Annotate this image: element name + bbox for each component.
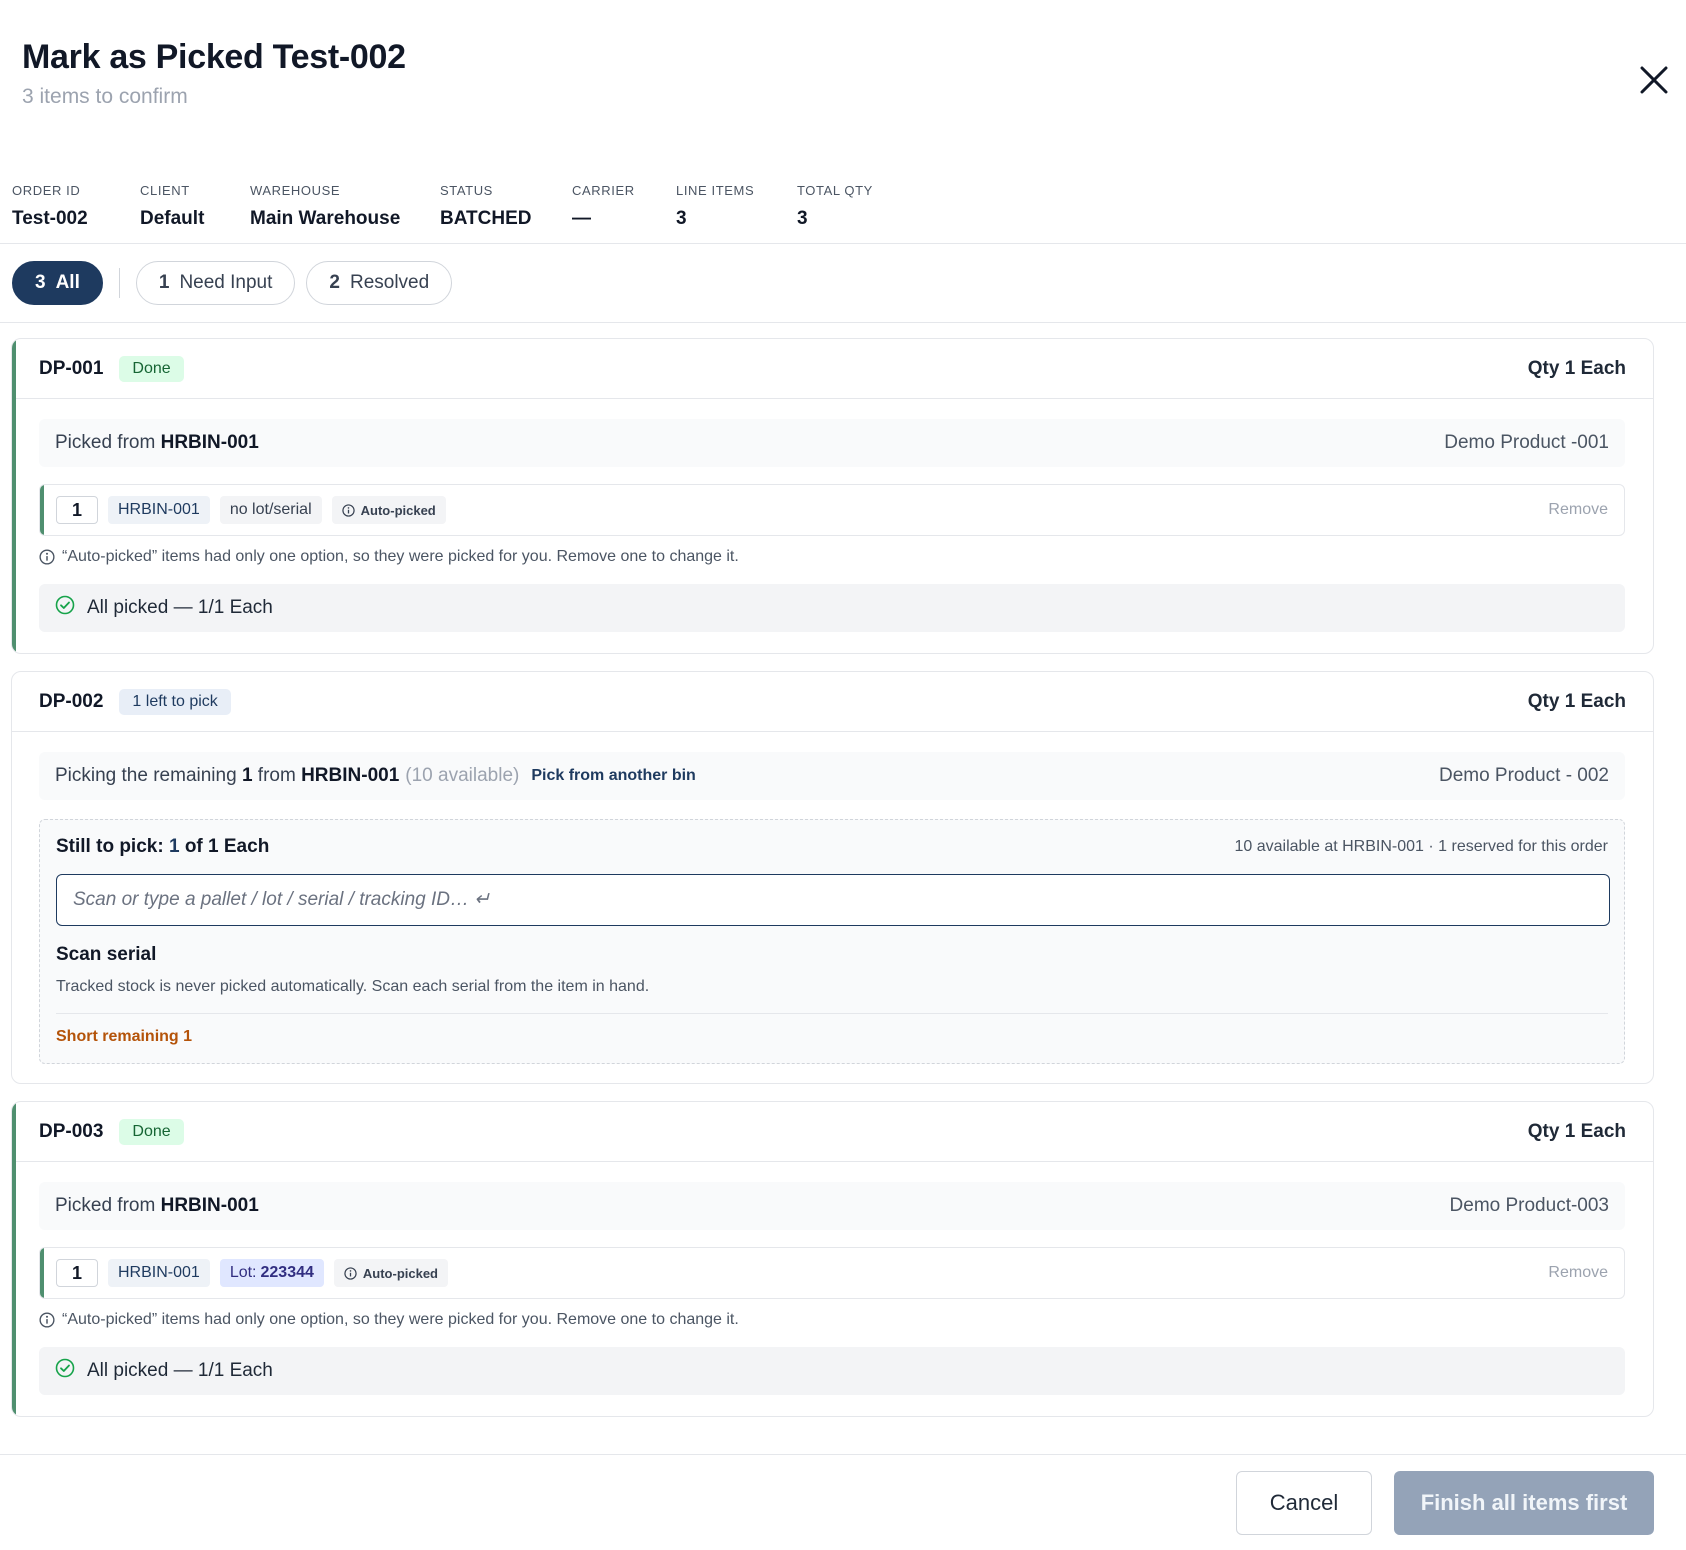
bin-chip: HRBIN-001 (108, 1259, 210, 1287)
all-picked-status: All picked — 1/1 Each (39, 1347, 1625, 1395)
meta-carrier: CARRIER — (572, 183, 635, 229)
product-name: Demo Product - 002 (1438, 765, 1609, 786)
status-badge: Done (119, 355, 184, 382)
availability-info: 10 available at HRBIN-001 · 1 reserved f… (1234, 838, 1608, 855)
footer-divider (0, 1454, 1686, 1455)
info-icon (344, 1266, 357, 1280)
lot-chip: Lot: 223344 (219, 1259, 324, 1287)
short-remaining: Short remaining 1 (56, 1028, 193, 1045)
pick-another-bin-link[interactable]: Pick from another bin (531, 767, 695, 785)
item-card-dp-001: DP-001 Done Qty 1 Each Picked from HRBIN… (11, 338, 1654, 654)
remove-button[interactable]: Remove (1548, 501, 1608, 519)
card-header: DP-003 Done Qty 1 Each (12, 1102, 1653, 1162)
auto-picked-chip: Auto-picked (333, 1259, 449, 1287)
product-name: Demo Product-003 (1449, 1195, 1609, 1216)
remove-button[interactable]: Remove (1548, 1264, 1608, 1282)
dialog-title: Mark as Picked Test-002 (22, 38, 406, 76)
order-meta: ORDER ID Test-002 CLIENT Default WAREHOU… (12, 183, 907, 230)
cancel-button[interactable]: Cancel (1236, 1471, 1372, 1535)
divider (0, 243, 1686, 244)
product-name: Demo Product -001 (1444, 432, 1609, 453)
pick-qty: 1 (56, 1259, 98, 1287)
scan-input[interactable] (56, 874, 1610, 926)
meta-client: CLIENT Default (140, 183, 205, 229)
pick-qty: 1 (56, 496, 98, 524)
all-picked-status: All picked — 1/1 Each (39, 584, 1625, 632)
item-card-dp-003: DP-003 Done Qty 1 Each Picked from HRBIN… (11, 1101, 1654, 1417)
dialog-subtitle: 3 items to confirm (22, 85, 188, 108)
auto-picked-note: “Auto-picked” items had only one option,… (39, 1311, 739, 1329)
still-to-pick-heading: Still to pick: 1 of 1 Each (56, 836, 270, 857)
divider (56, 1013, 1608, 1014)
item-qty: Qty 1 Each (1527, 357, 1626, 379)
still-to-pick-panel: Still to pick: 1 of 1 Each 10 available … (39, 819, 1625, 1064)
auto-picked-note: “Auto-picked” items had only one option,… (39, 548, 739, 566)
check-circle-icon (55, 595, 75, 621)
check-circle-icon (55, 1358, 75, 1384)
tab-resolved[interactable]: 2 Resolved (306, 261, 453, 305)
picked-from-row: Picked from HRBIN-001 Demo Product-003 (39, 1182, 1625, 1230)
filter-tabs: 3 All 1 Need Input 2 Resolved (12, 261, 453, 305)
picking-from-row: Picking the remaining 1 from HRBIN-001 (… (39, 752, 1625, 800)
scan-serial-description: Tracked stock is never picked automatica… (56, 978, 650, 995)
status-badge: 1 left to pick (119, 688, 231, 715)
close-icon (1640, 66, 1668, 94)
meta-line-items: LINE ITEMS 3 (676, 183, 755, 229)
finish-button[interactable]: Finish all items first (1394, 1471, 1654, 1535)
bin-name: HRBIN-001 (301, 765, 400, 786)
item-qty: Qty 1 Each (1527, 690, 1626, 712)
divider (0, 322, 1686, 323)
tab-all[interactable]: 3 All (12, 261, 103, 305)
scan-serial-title: Scan serial (56, 944, 157, 965)
card-header: DP-002 1 left to pick Qty 1 Each (12, 672, 1653, 732)
meta-order-id: ORDER ID Test-002 (12, 183, 88, 229)
tab-separator (118, 268, 120, 298)
meta-status: STATUS BATCHED (440, 183, 532, 229)
meta-total-qty: TOTAL QTY 3 (797, 183, 873, 229)
available-count: (10 available) (405, 765, 520, 786)
bin-chip: HRBIN-001 (108, 496, 210, 524)
status-badge: Done (119, 1118, 184, 1145)
card-header: DP-001 Done Qty 1 Each (12, 339, 1653, 399)
meta-warehouse: WAREHOUSE Main Warehouse (250, 183, 401, 229)
bin-name: HRBIN-001 (160, 432, 259, 453)
info-icon (341, 503, 355, 517)
dialog-header: Mark as Picked Test-002 3 items to confi… (22, 38, 406, 109)
info-icon (39, 549, 55, 565)
item-sku: DP-002 (39, 690, 104, 712)
bin-name: HRBIN-001 (160, 1195, 259, 1216)
item-qty: Qty 1 Each (1527, 1120, 1626, 1142)
lot-chip: no lot/serial (219, 496, 322, 524)
item-card-dp-002: DP-002 1 left to pick Qty 1 Each Picking… (11, 671, 1654, 1084)
auto-picked-chip: Auto-picked (331, 496, 446, 524)
tab-need-input[interactable]: 1 Need Input (135, 261, 296, 305)
item-sku: DP-001 (39, 357, 104, 379)
pick-line: 1 HRBIN-001 Lot: 223344 Auto-picked Remo… (39, 1247, 1625, 1299)
close-button[interactable] (1634, 60, 1674, 100)
picked-from-row: Picked from HRBIN-001 Demo Product -001 (39, 419, 1625, 467)
item-sku: DP-003 (39, 1120, 104, 1142)
info-icon (39, 1312, 55, 1328)
pick-line: 1 HRBIN-001 no lot/serial Auto-picked Re… (39, 484, 1625, 536)
